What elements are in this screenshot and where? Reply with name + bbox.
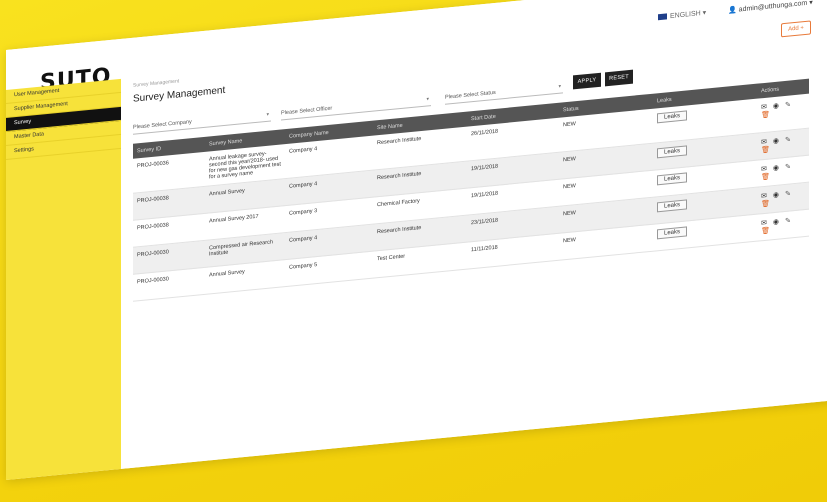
- view-icon[interactable]: ◉: [773, 137, 779, 146]
- leaks-button[interactable]: Leaks: [657, 110, 688, 124]
- sidebar-item-label: Survey: [14, 118, 32, 127]
- breadcrumb[interactable]: Survey Management: [133, 78, 179, 88]
- edit-icon[interactable]: ✎: [785, 162, 791, 171]
- add-button[interactable]: Add +: [781, 20, 811, 38]
- view-icon[interactable]: ◉: [773, 164, 779, 173]
- flag-icon: [658, 13, 667, 21]
- chevron-down-icon: ▾: [266, 111, 269, 118]
- edit-icon[interactable]: ✎: [785, 189, 791, 198]
- reset-button[interactable]: RESET: [605, 69, 633, 87]
- actions-cell: ✉ ◉ ✎🗑: [757, 93, 809, 134]
- company-select-value: Please Select Company: [133, 119, 192, 131]
- actions-cell: ✉ ◉ ✎🗑: [757, 209, 809, 242]
- delete-icon[interactable]: 🗑: [761, 172, 770, 181]
- company-select[interactable]: Please Select Company ▾: [133, 108, 271, 135]
- view-icon[interactable]: ◉: [773, 218, 779, 227]
- edit-icon[interactable]: ✎: [785, 135, 791, 144]
- language-label: ENGLISH: [670, 10, 701, 21]
- sidebar-item-label: Supplier Management: [14, 101, 68, 113]
- user-email: admin@utthunga.com: [738, 0, 808, 14]
- background: SUTO ENGLISH ▾ 👤 admin@utthunga.com ▾ Us…: [0, 0, 827, 502]
- sidebar-item-label: Settings: [14, 146, 34, 155]
- view-icon[interactable]: ◉: [773, 102, 779, 111]
- edit-icon[interactable]: ✎: [785, 100, 791, 109]
- delete-icon[interactable]: 🗑: [761, 110, 770, 119]
- sidebar-item-label: User Management: [14, 87, 60, 99]
- officer-select-value: Please Select Officer: [281, 105, 333, 117]
- apply-button[interactable]: APPLY: [573, 72, 601, 90]
- survey-id[interactable]: PROJ-00030: [133, 267, 205, 302]
- user-icon: 👤: [728, 6, 737, 15]
- delete-icon[interactable]: 🗑: [761, 226, 770, 235]
- main-content: Survey Management Survey Management Add …: [121, 3, 827, 469]
- view-icon[interactable]: ◉: [773, 191, 779, 200]
- status-select-value: Please Select Status: [445, 89, 496, 101]
- leaks-button[interactable]: Leaks: [657, 226, 688, 240]
- app-screen: SUTO ENGLISH ▾ 👤 admin@utthunga.com ▾ Us…: [6, 0, 827, 481]
- sidebar-item-label: Master Data: [14, 131, 44, 141]
- chevron-down-icon: ▾: [426, 96, 429, 103]
- user-menu[interactable]: 👤 admin@utthunga.com ▾: [728, 0, 813, 14]
- language-selector[interactable]: ENGLISH ▾: [658, 9, 706, 22]
- delete-icon[interactable]: 🗑: [761, 145, 770, 154]
- edit-icon[interactable]: ✎: [785, 216, 791, 225]
- leaks-button[interactable]: Leaks: [657, 145, 688, 159]
- leaks-button[interactable]: Leaks: [657, 172, 688, 186]
- delete-icon[interactable]: 🗑: [761, 199, 770, 208]
- chevron-down-icon: ▾: [558, 83, 561, 90]
- sidebar: User Management Supplier Management Surv…: [6, 78, 121, 480]
- status-select[interactable]: Please Select Status ▾: [445, 80, 563, 105]
- leaks-button[interactable]: Leaks: [657, 199, 688, 213]
- page-title: Survey Management: [133, 84, 226, 105]
